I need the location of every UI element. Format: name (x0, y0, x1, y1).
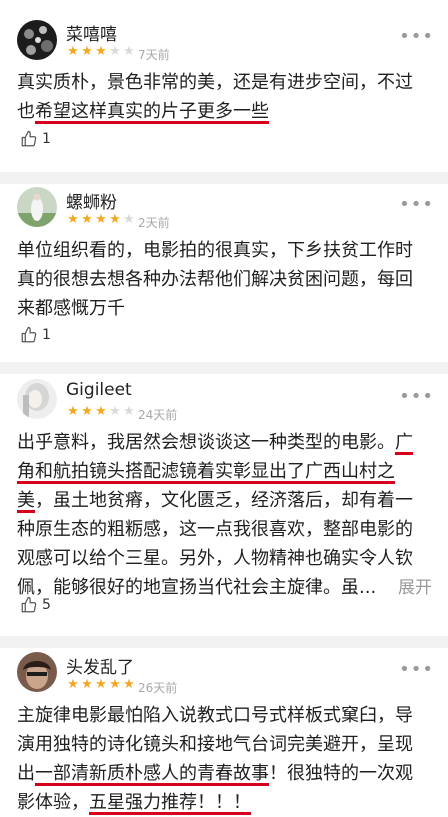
star-filled-icon: ★ (81, 212, 93, 227)
text-segment: ！很独特的一次观 (269, 763, 413, 784)
star-filled-icon: ★ (109, 677, 121, 692)
review-text-line: 角和航拍镜头搭配滤镜着实彰显出了广西山村之 (17, 457, 433, 486)
user-avatar[interactable] (17, 20, 57, 60)
more-options-icon[interactable]: ••• (399, 659, 434, 680)
star-filled-icon: ★ (67, 212, 79, 227)
text-segment: 主旋律电影最怕陷入说教式口号式样板式窠臼，导 (17, 705, 413, 726)
star-filled-icon: ★ (81, 404, 93, 419)
star-filled-icon: ★ (95, 212, 107, 227)
review-time: 26天前 (138, 681, 178, 695)
review-text: 单位组织看的，电影拍的很真实，下乡扶贫工作时 真的很想去想各种办法帮他们解决贫困问… (17, 236, 433, 323)
star-filled-icon: ★ (95, 677, 107, 692)
highlighted-text: 角和航拍镜头搭配滤镜着实彰显出了广西山村之 (17, 461, 395, 482)
highlighted-text: 希望这样真实的片子更多一些 (35, 101, 269, 122)
more-options-icon[interactable]: ••• (399, 386, 434, 407)
star-filled-icon: ★ (95, 404, 107, 419)
divider (0, 636, 448, 648)
divider (0, 172, 448, 184)
user-avatar[interactable] (17, 379, 57, 419)
star-filled-icon: ★ (95, 44, 107, 59)
expand-link[interactable]: 展开 (398, 573, 432, 598)
review-text-line: 佩，能够很好的地宣扬当代社会主旋律。虽... (17, 573, 433, 602)
star-filled-icon: ★ (109, 212, 121, 227)
review-text-line: 单位组织看的，电影拍的很真实，下乡扶贫工作时 (17, 236, 433, 265)
text-segment: 佩，能够很好的地宣扬当代社会主旋律。虽... (17, 577, 377, 598)
review-time: 24天前 (138, 408, 178, 422)
star-filled-icon: ★ (81, 44, 93, 59)
review-text-line: 演用独特的诗化镜头和接地气台词完美避开，呈现 (17, 730, 433, 759)
text-segment: 出 (17, 763, 35, 784)
star-empty-icon: ★ (123, 212, 135, 227)
text-segment: ，虽土地贫瘠，文化匮乏，经济落后，却有着一 (35, 490, 413, 511)
review-text-line: 真的很想去想各种办法帮他们解决贫困问题，每回 (17, 265, 433, 294)
review-text-line: 美，虽土地贫瘠，文化匮乏，经济落后，却有着一 (17, 486, 433, 515)
star-filled-icon: ★ (67, 677, 79, 692)
star-rating: ★ ★ ★ ★ ★ (66, 212, 136, 227)
star-filled-icon: ★ (81, 677, 93, 692)
star-rating: ★ ★ ★ ★ ★ (66, 404, 136, 419)
like-button[interactable]: 1 (20, 130, 51, 148)
review-text-line: 来都感慨万千 (17, 294, 433, 323)
username[interactable]: 头发乱了 (66, 653, 134, 678)
review-time: 2天前 (138, 216, 170, 230)
like-button[interactable]: 1 (20, 326, 51, 344)
username[interactable]: 螺蛳粉 (66, 188, 117, 213)
username[interactable]: Gigileet (66, 380, 132, 400)
star-empty-icon: ★ (109, 404, 121, 419)
review-text: 真实质朴，景色非常的美，还是有进步空间，不过 也希望这样真实的片子更多一些 (17, 68, 433, 126)
highlighted-text: 广 (395, 432, 413, 453)
like-button[interactable]: 5 (20, 596, 51, 614)
text-segment: 来都感慨万千 (17, 298, 125, 319)
star-filled-icon: ★ (123, 677, 135, 692)
star-empty-icon: ★ (123, 44, 135, 59)
text-segment: 单位组织看的，电影拍的很真实，下乡扶贫工作时 (17, 240, 413, 261)
review-text-line: 出乎意料，我居然会想谈谈这一种类型的电影。广 (17, 428, 433, 457)
text-segment: 出乎意料，我居然会想谈谈这一种类型的电影。 (17, 432, 395, 453)
review-text-line: 主旋律电影最怕陷入说教式口号式样板式窠臼，导 (17, 701, 433, 730)
thumbs-up-icon (21, 130, 37, 147)
review-time: 7天前 (138, 48, 170, 62)
star-empty-icon: ★ (109, 44, 121, 59)
text-segment: 真实质朴，景色非常的美，还是有进步空间，不过 (17, 72, 413, 93)
star-rating: ★ ★ ★ ★ ★ (66, 44, 136, 59)
highlighted-text: 一部清新质朴感人的青春故事 (35, 763, 269, 784)
review-text-line: 种原生态的粗粝感，这一点我很喜欢，整部电影的 (17, 515, 433, 544)
username[interactable]: 菜嘻嘻 (66, 20, 117, 45)
highlighted-text: 五星强力推荐！！！ (89, 792, 251, 813)
user-avatar[interactable] (17, 187, 57, 227)
review-text-line: 真实质朴，景色非常的美，还是有进步空间，不过 (17, 68, 433, 97)
user-avatar[interactable] (17, 652, 57, 692)
more-options-icon[interactable]: ••• (399, 26, 434, 47)
star-rating: ★ ★ ★ ★ ★ (66, 677, 136, 692)
review-card: 菜嘻嘻 ★ ★ ★ ★ ★ 7天前 ••• 真实质朴，景色非常的美，还是有进步空间，不过… (0, 0, 448, 172)
like-count: 1 (42, 327, 51, 343)
highlighted-text: 美 (17, 490, 35, 511)
review-card: Gigileet ★ ★ ★ ★ ★ 24天前 ••• 出乎意料，我居然会想谈谈这一种类… (0, 374, 448, 636)
star-filled-icon: ★ (67, 404, 79, 419)
more-options-icon[interactable]: ••• (399, 194, 434, 215)
review-card: 头发乱了 ★ ★ ★ ★ ★ 26天前 ••• 主旋律电影最怕陷入说教式口号式样板式窠臼… (0, 648, 448, 813)
star-filled-icon: ★ (67, 44, 79, 59)
review-text-line: 观感可以给个三星。另外，人物精神也确实令人钦 (17, 544, 433, 573)
text-segment: 真的很想去想各种办法帮他们解决贫困问题，每回 (17, 269, 413, 290)
thumbs-up-icon (21, 596, 37, 613)
text-segment: 也 (17, 101, 35, 122)
review-text-line: 出一部清新质朴感人的青春故事！很独特的一次观 (17, 759, 433, 788)
divider (0, 362, 448, 374)
text-segment: 观感可以给个三星。另外，人物精神也确实令人钦 (17, 548, 413, 569)
review-text-line: 也希望这样真实的片子更多一些 (17, 97, 433, 126)
like-count: 1 (42, 131, 51, 147)
star-empty-icon: ★ (123, 404, 135, 419)
review-text: 出乎意料，我居然会想谈谈这一种类型的电影。广 角和航拍镜头搭配滤镜着实彰显出了广西… (17, 428, 433, 602)
text-segment: 种原生态的粗粝感，这一点我很喜欢，整部电影的 (17, 519, 413, 540)
review-text-line: 影体验，五星强力推荐！！！ (17, 788, 433, 817)
thumbs-up-icon (21, 326, 37, 343)
like-count: 5 (42, 597, 51, 613)
text-segment: 影体验， (17, 792, 89, 813)
text-segment: 演用独特的诗化镜头和接地气台词完美避开，呈现 (17, 734, 413, 755)
review-card: 螺蛳粉 ★ ★ ★ ★ ★ 2天前 ••• 单位组织看的，电影拍的很真实，下乡扶贫工作时… (0, 184, 448, 362)
